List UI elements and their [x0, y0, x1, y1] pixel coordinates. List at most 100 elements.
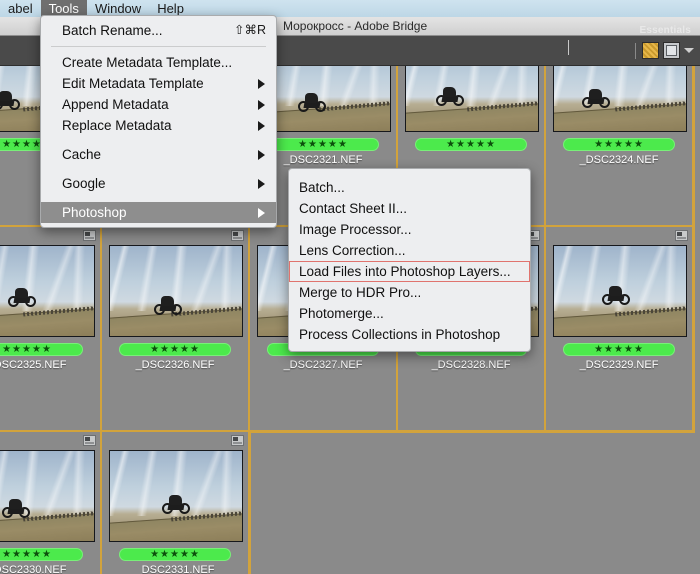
motocross-rider-icon: [0, 91, 22, 113]
rating-badge[interactable]: ★★★★★: [119, 548, 231, 561]
menu-item-label: Append Metadata: [62, 97, 169, 112]
rating-badge[interactable]: ★★★★★: [0, 343, 83, 356]
thumbnail-filename: _DSC2327.NEF: [283, 359, 363, 371]
menubar-item-abel[interactable]: abel: [0, 0, 41, 17]
panel-view-icon[interactable]: [663, 42, 680, 59]
workspace-label: Essentials: [639, 25, 691, 36]
star-rating: ★★★★★: [298, 138, 348, 150]
thumbnail-cell[interactable]: ★★★★★ _DSC2330.NEF: [0, 431, 103, 574]
star-rating: ★★★★★: [446, 138, 496, 150]
thumbnail-cell[interactable]: ★★★★★ _DSC2325.NEF: [0, 226, 103, 433]
rider-body: [0, 91, 12, 101]
workspace-tools[interactable]: [635, 42, 694, 59]
text-cursor: [568, 40, 569, 55]
adobe-bridge-window: ★★★★★★★★★★_DSC2320.NEF★★★★★_DSC2321.NEF★…: [0, 0, 700, 574]
rider-body: [15, 288, 28, 298]
motocross-rider-icon: [2, 499, 32, 521]
submenu-item-lens-correction[interactable]: Lens Correction...: [289, 240, 530, 261]
rating-badge[interactable]: ★★★★★: [563, 343, 675, 356]
submenu-arrow-icon: [258, 100, 265, 110]
thumbnail-cell[interactable]: ★★★★★ _DSC2329.NEF: [545, 226, 695, 433]
motocross-photo-thumbnail[interactable]: [0, 450, 95, 542]
menu-item-label: Replace Metadata: [62, 118, 172, 133]
menu-item-label: Photoshop: [62, 205, 127, 220]
grid-view-icon[interactable]: [642, 42, 659, 59]
submenu-item-process-collections-in-photoshop[interactable]: Process Collections in Photoshop: [289, 324, 530, 345]
thumbnail-cell[interactable]: ★★★★★ _DSC2326.NEF: [101, 226, 251, 433]
chevron-down-icon[interactable]: [684, 48, 694, 53]
submenu-item-label: Load Files into Photoshop Layers...: [299, 264, 511, 279]
menu-item-replace-metadata[interactable]: Replace Metadata: [41, 115, 276, 136]
motocross-photo-thumbnail[interactable]: [553, 245, 687, 337]
rating-badge[interactable]: ★★★★★: [415, 138, 527, 151]
menu-item-append-metadata[interactable]: Append Metadata: [41, 94, 276, 115]
submenu-item-label: Batch...: [299, 180, 345, 195]
menu-item-photoshop[interactable]: Photoshop: [41, 202, 276, 223]
star-rating: ★★★★★: [594, 138, 644, 150]
thumbnail-filename: _DSC2330.NEF: [0, 564, 67, 574]
toolbar-divider: [635, 42, 636, 59]
submenu-arrow-icon: [258, 179, 265, 189]
rating-badge[interactable]: ★★★★★: [119, 343, 231, 356]
thumbnail-filename: _DSC2329.NEF: [579, 359, 659, 371]
menu-item-label: Cache: [62, 147, 102, 162]
motocross-rider-icon: [162, 495, 192, 517]
tools-dropdown-menu[interactable]: Batch Rename... ⇧⌘R Create Metadata Templa…: [40, 15, 277, 228]
submenu-item-label: Image Processor...: [299, 222, 412, 237]
thumbnail-image-wrap: [0, 442, 96, 542]
motocross-rider-icon: [8, 288, 38, 310]
menu-item-edit-metadata-template[interactable]: Edit Metadata Template: [41, 73, 276, 94]
thumbnail-image-wrap: [108, 442, 244, 542]
submenu-item-load-files-into-photoshop-layers[interactable]: Load Files into Photoshop Layers...: [289, 261, 530, 282]
menu-item-shortcut: ⇧⌘R: [233, 23, 266, 37]
submenu-arrow-icon: [258, 121, 265, 131]
submenu-item-label: Photomerge...: [299, 306, 384, 321]
motocross-rider-icon: [436, 87, 466, 109]
motocross-rider-icon: [602, 286, 632, 308]
motocross-photo-thumbnail[interactable]: [109, 245, 243, 337]
thumbnail-cell[interactable]: ★★★★★ _DSC2331.NEF: [101, 431, 251, 574]
star-rating: ★★★★★: [150, 343, 200, 355]
menu-item-create-metadata-template[interactable]: Create Metadata Template...: [41, 52, 276, 73]
submenu-arrow-icon: [258, 79, 265, 89]
submenu-item-label: Process Collections in Photoshop: [299, 327, 501, 342]
menu-separator: [41, 165, 276, 173]
submenu-item-image-processor[interactable]: Image Processor...: [289, 219, 530, 240]
submenu-item-merge-to-hdr-pro[interactable]: Merge to HDR Pro...: [289, 282, 530, 303]
rider-body: [305, 93, 318, 103]
rating-badge[interactable]: ★★★★★: [0, 548, 83, 561]
thumbnail-image-wrap: [108, 237, 244, 337]
thumbnail-filename: _DSC2324.NEF: [579, 154, 659, 166]
submenu-item-label: Lens Correction...: [299, 243, 406, 258]
photoshop-submenu[interactable]: Batch... Contact Sheet II... Image Process…: [288, 168, 531, 352]
menu-item-google[interactable]: Google: [41, 173, 276, 194]
menu-separator: [51, 46, 266, 47]
menu-separator: [41, 136, 276, 144]
submenu-item-batch[interactable]: Batch...: [289, 177, 530, 198]
motocross-rider-icon: [298, 93, 328, 115]
menu-item-cache[interactable]: Cache: [41, 144, 276, 165]
thumbnail-image-wrap: [552, 237, 688, 337]
menu-separator: [41, 194, 276, 202]
rider-body: [161, 296, 174, 306]
menu-item-label: Batch Rename...: [62, 23, 163, 38]
rating-badge[interactable]: ★★★★★: [563, 138, 675, 151]
rider-body: [443, 87, 456, 97]
star-rating: ★★★★★: [2, 548, 52, 560]
menu-item-batch-rename[interactable]: Batch Rename... ⇧⌘R: [41, 20, 276, 41]
thumbnail-filename: _DSC2328.NEF: [431, 359, 511, 371]
submenu-item-photomerge[interactable]: Photomerge...: [289, 303, 530, 324]
thumbnail-image-wrap: [0, 237, 96, 337]
motocross-rider-icon: [154, 296, 184, 318]
motocross-photo-thumbnail[interactable]: [109, 450, 243, 542]
submenu-item-contact-sheet-ii[interactable]: Contact Sheet II...: [289, 198, 530, 219]
menu-item-label: Create Metadata Template...: [62, 55, 233, 70]
submenu-item-label: Merge to HDR Pro...: [299, 285, 422, 300]
motocross-photo-thumbnail[interactable]: [0, 245, 95, 337]
window-title: Морокросс - Adobe Bridge: [283, 19, 428, 33]
rating-badge[interactable]: ★★★★★: [267, 138, 379, 151]
submenu-item-label: Contact Sheet II...: [299, 201, 408, 216]
star-rating: ★★★★★: [594, 343, 644, 355]
thumbnail-cell[interactable]: ★★★★★ _DSC2324.NEF: [545, 50, 695, 228]
rider-body: [169, 495, 182, 505]
